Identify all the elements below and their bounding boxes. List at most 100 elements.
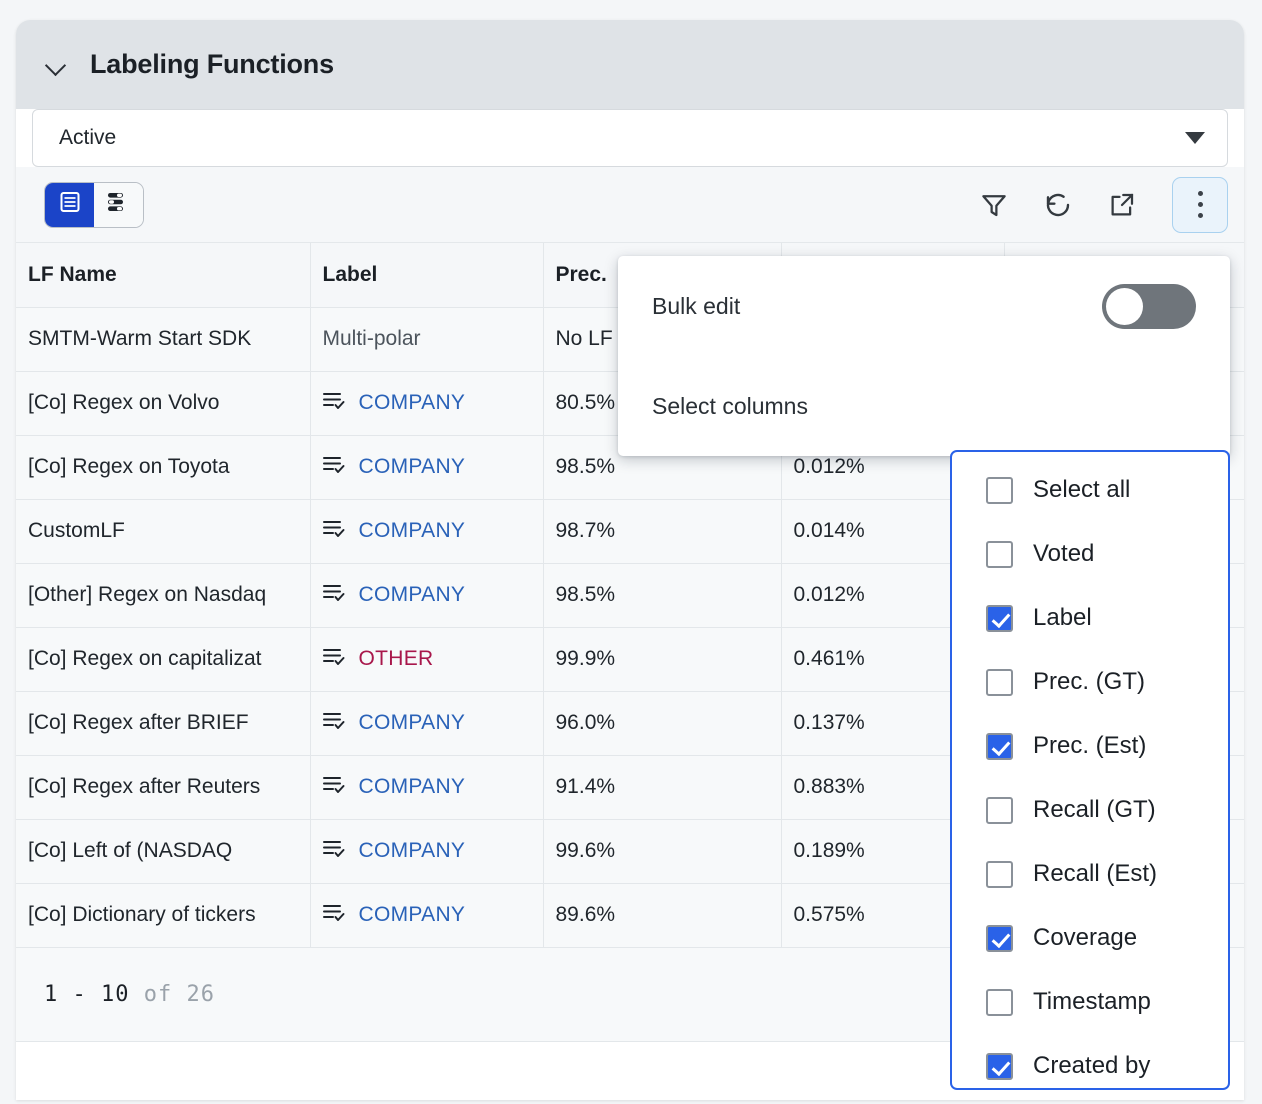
checkbox[interactable] bbox=[986, 476, 1013, 504]
label-text: COMPANY bbox=[358, 903, 466, 926]
column-option-timestamp[interactable]: Timestamp bbox=[952, 970, 1228, 1034]
checkbox[interactable] bbox=[986, 924, 1013, 952]
label-list-check-icon bbox=[322, 774, 349, 800]
column-option-label: Recall (GT) bbox=[1033, 796, 1156, 823]
checkbox[interactable] bbox=[986, 796, 1013, 824]
cell-label: COMPANY bbox=[310, 371, 544, 436]
status-filter-value: Active bbox=[59, 126, 117, 149]
cell-label: COMPANY bbox=[310, 755, 544, 820]
column-option-label: Recall (Est) bbox=[1033, 860, 1158, 887]
label-text: COMPANY bbox=[358, 519, 466, 542]
cell-label: COMPANY bbox=[310, 819, 544, 884]
view-mode-toggle[interactable] bbox=[44, 181, 144, 228]
label-list-check-icon bbox=[322, 582, 349, 608]
cell-precision: 98.7% bbox=[543, 499, 782, 564]
label-text: COMPANY bbox=[358, 391, 466, 414]
list-view-icon bbox=[58, 190, 82, 219]
checkbox[interactable] bbox=[986, 540, 1013, 568]
caret-down-icon bbox=[1185, 132, 1205, 144]
toggle-knob bbox=[1106, 287, 1143, 325]
kebab-menu-icon bbox=[1197, 188, 1203, 221]
label-text: COMPANY bbox=[358, 583, 466, 606]
cell-lf-name: [Co] Regex on Volvo bbox=[16, 371, 311, 436]
column-option-prec-gt[interactable]: Prec. (GT) bbox=[952, 650, 1228, 714]
select-columns-popup: Select all Voted Label Prec. (GT) Prec. (Est… bbox=[950, 450, 1230, 1090]
cell-label: OTHER bbox=[310, 627, 544, 692]
column-option-recall-gt[interactable]: Recall (GT) bbox=[952, 778, 1228, 842]
pagination-of: of bbox=[143, 981, 173, 1007]
column-option-label[interactable]: Label bbox=[952, 586, 1228, 650]
column-option-select-all[interactable]: Select all bbox=[952, 458, 1228, 522]
list-view-button[interactable] bbox=[45, 182, 94, 227]
cell-label: Multi-polar bbox=[310, 307, 544, 372]
bulk-edit-label: Bulk edit bbox=[652, 292, 741, 319]
page-title: Labeling Functions bbox=[90, 49, 334, 79]
column-option-recall-est[interactable]: Recall (Est) bbox=[952, 842, 1228, 906]
kebab-dropdown-menu: Bulk edit Select columns bbox=[618, 256, 1230, 456]
pagination-summary: 1 - 10 of 26 bbox=[44, 982, 215, 1007]
column-option-created-by[interactable]: Created by bbox=[952, 1034, 1228, 1088]
checkbox[interactable] bbox=[986, 604, 1013, 632]
checkbox[interactable] bbox=[986, 1052, 1013, 1080]
menu-item-bulk-edit[interactable]: Bulk edit bbox=[618, 256, 1230, 356]
pagination-range: 1 - 10 bbox=[44, 981, 130, 1007]
column-option-label: Prec. (GT) bbox=[1033, 668, 1145, 695]
cell-precision: 96.0% bbox=[543, 691, 782, 756]
cell-lf-name: SMTM-Warm Start SDK bbox=[16, 307, 311, 372]
label-list-check-icon bbox=[322, 646, 349, 672]
column-option-coverage[interactable]: Coverage bbox=[952, 906, 1228, 970]
funnel-icon[interactable] bbox=[976, 187, 1012, 223]
screen-root: Labeling Functions Active LF Name Label … bbox=[0, 0, 1262, 1104]
label-list-check-icon bbox=[322, 518, 349, 544]
column-option-label: Coverage bbox=[1033, 924, 1138, 951]
checkbox[interactable] bbox=[986, 988, 1013, 1016]
column-option-label: Voted bbox=[1033, 540, 1095, 567]
cell-lf-name: [Co] Regex on capitalizat bbox=[16, 627, 311, 692]
cell-precision: 91.4% bbox=[543, 755, 782, 820]
label-list-check-icon bbox=[322, 454, 349, 480]
detail-view-button[interactable] bbox=[94, 182, 143, 227]
checkbox[interactable] bbox=[986, 860, 1013, 888]
column-option-label: Created by bbox=[1033, 1052, 1151, 1079]
card-header: Labeling Functions bbox=[16, 20, 1244, 109]
chevron-down-icon[interactable] bbox=[44, 52, 70, 78]
table-toolbar bbox=[16, 167, 1244, 243]
label-list-check-icon bbox=[322, 390, 349, 416]
status-filter-select[interactable]: Active bbox=[32, 109, 1228, 167]
label-list-check-icon bbox=[322, 710, 349, 736]
cell-label: COMPANY bbox=[310, 691, 544, 756]
label-text: COMPANY bbox=[358, 455, 466, 478]
kebab-menu-button[interactable] bbox=[1172, 176, 1228, 233]
column-option-label: Timestamp bbox=[1033, 988, 1151, 1015]
refresh-icon[interactable] bbox=[1040, 187, 1076, 223]
checkbox[interactable] bbox=[986, 732, 1013, 760]
cell-precision: 98.5% bbox=[543, 563, 782, 628]
cell-lf-name: [Co] Regex after BRIEF bbox=[16, 691, 311, 756]
label-text: COMPANY bbox=[358, 711, 466, 734]
cell-lf-name: [Other] Regex on Nasdaq bbox=[16, 563, 311, 628]
cell-label: COMPANY bbox=[310, 883, 544, 948]
detail-view-icon bbox=[106, 191, 132, 218]
column-header-label[interactable]: Label bbox=[310, 243, 544, 308]
external-link-icon[interactable] bbox=[1104, 187, 1140, 223]
column-option-voted[interactable]: Voted bbox=[952, 522, 1228, 586]
column-option-label: Prec. (Est) bbox=[1033, 732, 1147, 759]
label-list-check-icon bbox=[322, 838, 349, 864]
column-option-label: Label bbox=[1033, 604, 1092, 631]
pagination-total: 26 bbox=[186, 981, 215, 1007]
cell-label: COMPANY bbox=[310, 435, 544, 500]
checkbox[interactable] bbox=[986, 668, 1013, 696]
label-text: Multi-polar bbox=[322, 327, 421, 350]
cell-label: COMPANY bbox=[310, 499, 544, 564]
column-option-label: Select all bbox=[1033, 476, 1131, 503]
cell-precision: 89.6% bbox=[543, 883, 782, 948]
cell-label: COMPANY bbox=[310, 563, 544, 628]
cell-lf-name: CustomLF bbox=[16, 499, 311, 564]
select-columns-label: Select columns bbox=[652, 392, 808, 419]
label-text: COMPANY bbox=[358, 775, 466, 798]
menu-item-select-columns[interactable]: Select columns bbox=[618, 356, 1230, 456]
bulk-edit-toggle[interactable] bbox=[1102, 283, 1196, 329]
column-header-lf-name[interactable]: LF Name bbox=[16, 243, 311, 308]
toolbar-actions bbox=[976, 176, 1228, 233]
column-option-prec-est[interactable]: Prec. (Est) bbox=[952, 714, 1228, 778]
